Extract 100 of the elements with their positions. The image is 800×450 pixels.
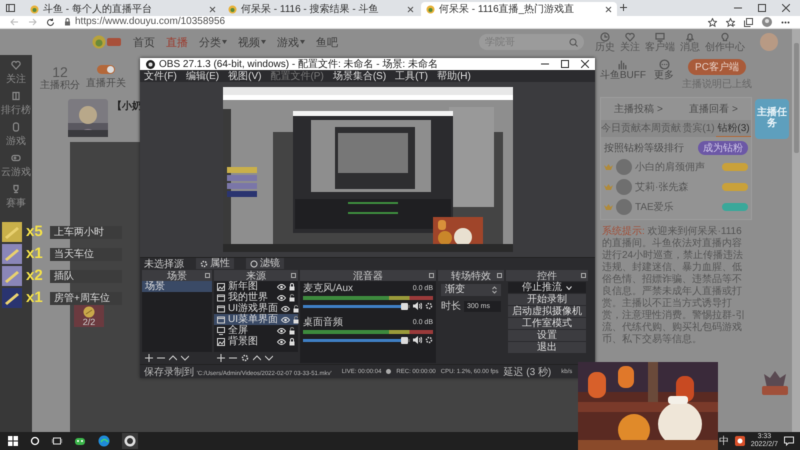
eye-icon[interactable]: [281, 316, 290, 322]
profile-icon[interactable]: [762, 17, 772, 27]
eye-icon[interactable]: [277, 294, 286, 300]
transition-select[interactable]: 渐变: [441, 284, 501, 296]
nav-link[interactable]: 游戏: [277, 34, 305, 50]
favorites-icon[interactable]: [726, 18, 735, 26]
lock-icon[interactable]: [289, 338, 295, 346]
menu-item[interactable]: 场景集合(S): [332, 69, 386, 83]
caret-icon[interactable]: [566, 286, 572, 290]
close-icon[interactable]: [209, 6, 216, 12]
nav-link[interactable]: 首页: [133, 34, 155, 50]
notification-icon[interactable]: [784, 436, 794, 446]
maximize-icon[interactable]: [561, 60, 569, 68]
source-item[interactable]: 全屏: [214, 325, 298, 336]
start-icon[interactable]: [8, 436, 18, 446]
speaker-icon[interactable]: [413, 336, 422, 344]
menu-item[interactable]: 工具(T): [395, 69, 428, 83]
toggle-switch[interactable]: [97, 64, 115, 74]
control-button[interactable]: 开始录制: [508, 294, 586, 305]
new-tab-icon[interactable]: [619, 3, 628, 12]
control-button[interactable]: 启动虚拟摄像机: [508, 306, 586, 317]
more-icon[interactable]: [781, 20, 790, 24]
unlock-icon[interactable]: [293, 304, 299, 312]
volume-slider[interactable]: [303, 338, 410, 342]
eye-icon[interactable]: [277, 328, 286, 334]
control-button[interactable]: 工作室模式: [508, 318, 586, 329]
unlock-icon[interactable]: [293, 316, 299, 324]
sidebar-item[interactable]: 云游戏: [1, 165, 31, 179]
source-item[interactable]: 新年图: [214, 281, 298, 292]
spinner-icon: [492, 286, 497, 294]
stream-button[interactable]: 停止推流: [508, 282, 586, 293]
gear-icon[interactable]: [425, 302, 433, 310]
source-item[interactable]: UI游戏界面: [214, 303, 298, 314]
menu-item[interactable]: 帮助(H): [436, 69, 471, 83]
move-down-icon[interactable]: [181, 354, 189, 362]
float-icon[interactable]: [497, 273, 502, 278]
move-down-icon[interactable]: [265, 354, 273, 362]
unlock-icon[interactable]: [289, 294, 295, 302]
float-icon[interactable]: [581, 273, 586, 278]
sidebar-item[interactable]: 赛事: [6, 196, 26, 210]
menu-item[interactable]: 编辑(E): [186, 69, 220, 83]
maximize-icon[interactable]: [758, 4, 766, 12]
refresh-icon[interactable]: [46, 18, 55, 26]
client-button[interactable]: PC客户端: [688, 59, 746, 75]
scrollbar-thumb[interactable]: [794, 43, 798, 153]
volume-slider[interactable]: [303, 304, 410, 308]
browser-icon[interactable]: [98, 435, 110, 447]
game-app-icon[interactable]: [74, 435, 86, 447]
menu-item[interactable]: 文件(F): [144, 69, 177, 83]
window-icon[interactable]: [6, 4, 15, 12]
toolbar-button[interactable]: 属性: [196, 258, 234, 269]
add-icon[interactable]: [145, 354, 153, 362]
move-up-icon[interactable]: [253, 354, 261, 362]
browser-tab[interactable]: 何呆呆 - 1116直播_热门游戏直: [421, 2, 617, 16]
close-icon[interactable]: [581, 60, 589, 68]
gift-badge[interactable]: 2/2: [74, 305, 104, 327]
float-icon[interactable]: [291, 273, 296, 278]
fan-avatar: [616, 179, 632, 195]
sidebar-item[interactable]: 游戏: [6, 134, 26, 148]
eye-icon[interactable]: [277, 284, 286, 290]
float-icon[interactable]: [205, 273, 210, 278]
lock-icon: [64, 18, 71, 26]
join-button[interactable]: 成为钻粉: [698, 141, 748, 155]
control-button[interactable]: 退出: [508, 342, 586, 353]
menu-item[interactable]: 视图(V): [228, 69, 262, 83]
lock-icon[interactable]: [289, 282, 295, 290]
source-item[interactable]: UI菜单界面: [214, 314, 298, 325]
scene-item[interactable]: 场景: [142, 281, 212, 292]
input-method-label[interactable]: 中: [718, 434, 729, 448]
source-item[interactable]: 背景图: [214, 336, 298, 347]
move-up-icon[interactable]: [169, 354, 177, 362]
browser-tab[interactable]: 斗鱼 - 每个人的直播平台: [25, 2, 221, 16]
speaker-icon[interactable]: [413, 302, 422, 310]
task-view-icon[interactable]: [52, 436, 62, 446]
close-icon[interactable]: [782, 4, 790, 12]
close-icon[interactable]: [407, 6, 414, 12]
gear-icon[interactable]: [425, 336, 433, 344]
app-icon[interactable]: [734, 436, 745, 446]
unlock-icon[interactable]: [289, 326, 295, 334]
eye-icon[interactable]: [281, 306, 290, 312]
gear-icon[interactable]: [241, 354, 249, 362]
control-button[interactable]: 设置: [508, 330, 586, 341]
toolbar-button[interactable]: 滤镜: [246, 258, 284, 269]
add-icon[interactable]: [217, 354, 225, 362]
collections-icon[interactable]: [744, 18, 753, 26]
rank-tab[interactable]: 钻粉(3): [716, 120, 751, 137]
more-icon: [658, 59, 670, 70]
nav-link[interactable]: 鱼吧: [316, 34, 338, 50]
eye-icon[interactable]: [277, 338, 286, 344]
sidebar-item[interactable]: 关注: [6, 72, 26, 86]
browser-tab[interactable]: 何呆呆 - 1116 - 搜索结果 - 斗鱼: [223, 2, 419, 16]
float-icon[interactable]: [429, 273, 434, 278]
close-icon[interactable]: [605, 6, 612, 12]
source-item[interactable]: 我的世界: [214, 292, 298, 303]
obs-icon[interactable]: [124, 435, 136, 447]
sidebar-item[interactable]: 排行榜: [1, 103, 31, 117]
heart-icon: [11, 60, 21, 70]
nav-link[interactable]: 视频: [238, 34, 266, 50]
nav-link[interactable]: 分类: [199, 34, 227, 50]
star-icon[interactable]: [708, 18, 717, 26]
